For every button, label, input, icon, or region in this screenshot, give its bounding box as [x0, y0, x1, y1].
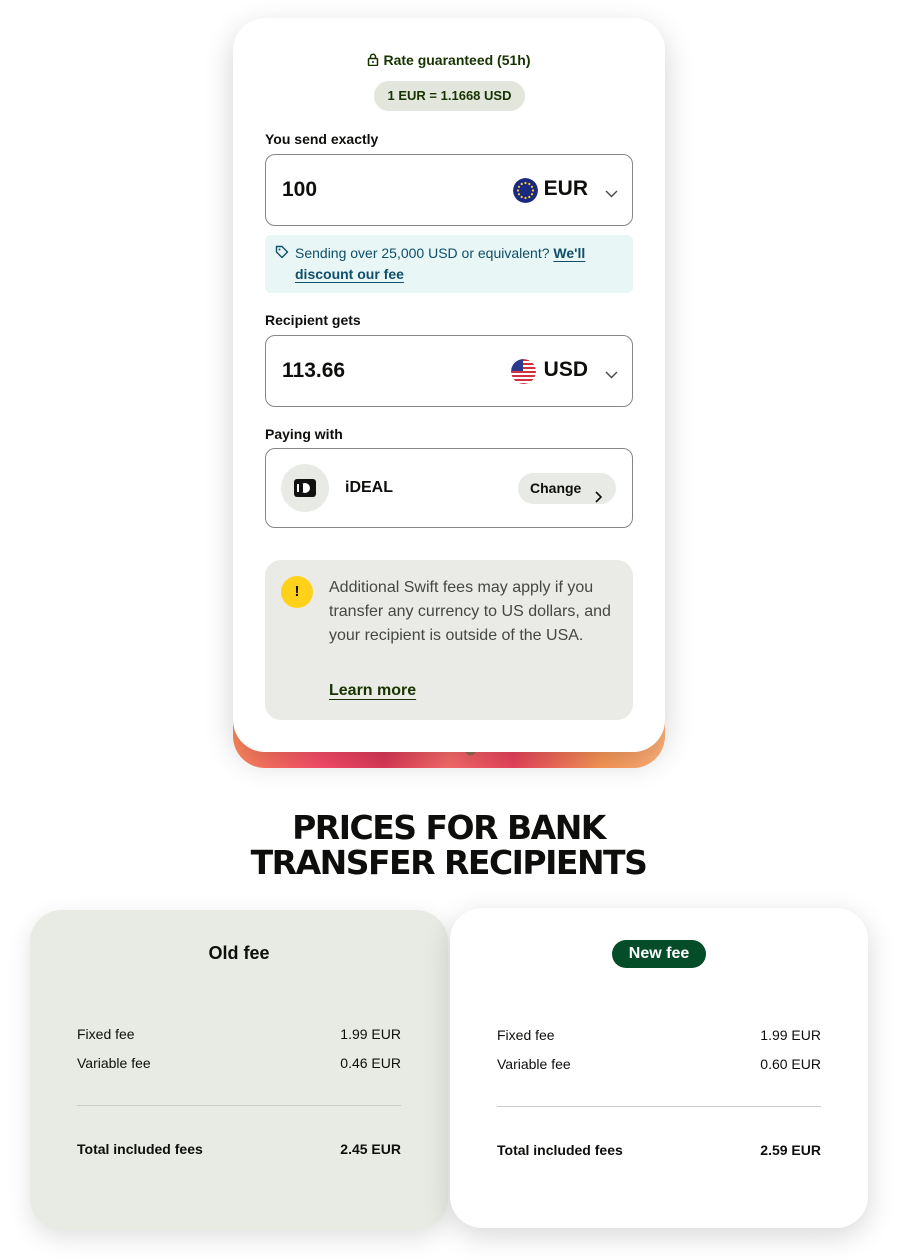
total-fee-label: Total included fees — [77, 1141, 203, 1157]
ideal-icon — [281, 464, 329, 512]
variable-fee-label: Variable fee — [77, 1055, 151, 1071]
rate-guarantee-text: Rate guaranteed (51h) — [383, 52, 531, 68]
calculator: Rate guaranteed (51h) 1 EUR = 1.1668 USD… — [233, 18, 665, 768]
new-fee-card: New fee Fixed fee 1.99 EUR Variable fee … — [450, 908, 868, 1228]
exchange-rate[interactable]: 1 EUR = 1.1668 USD — [374, 81, 525, 111]
variable-fee-row: Variable fee 0.60 EUR — [497, 1056, 821, 1072]
send-label: You send exactly — [265, 131, 379, 147]
change-payment-button[interactable]: Change — [518, 473, 616, 504]
change-label: Change — [530, 480, 582, 496]
fixed-fee-row: Fixed fee 1.99 EUR — [77, 1026, 401, 1042]
new-fee-title: New fee — [612, 940, 706, 968]
chevron-down-icon[interactable] — [605, 366, 618, 384]
variable-fee-value: 0.60 EUR — [760, 1056, 821, 1072]
fixed-fee-label: Fixed fee — [497, 1027, 555, 1043]
variable-fee-value: 0.46 EUR — [340, 1055, 401, 1071]
payment-method-name: iDEAL — [345, 479, 393, 496]
swift-fee-warning: ! Additional Swift fees may apply if you… — [265, 560, 633, 720]
heading-line-2: TRANSFER RECIPIENTS — [250, 843, 648, 882]
receive-amount-field[interactable]: 113.66 USD — [265, 335, 633, 407]
total-fee-value: 2.59 EUR — [760, 1142, 821, 1158]
old-fee-title: Old fee — [208, 943, 270, 963]
rate-guarantee[interactable]: Rate guaranteed (51h) — [233, 52, 665, 69]
send-currency-select[interactable]: EUR — [544, 177, 588, 201]
fixed-fee-value: 1.99 EUR — [340, 1026, 401, 1042]
heading-line-1: PRICES FOR BANK — [292, 808, 606, 847]
total-fee-value: 2.45 EUR — [340, 1141, 401, 1157]
us-flag-icon — [511, 359, 536, 384]
send-amount-input[interactable]: 100 — [282, 178, 317, 202]
chevron-right-icon — [595, 483, 603, 514]
calculator-card: Rate guaranteed (51h) 1 EUR = 1.1668 USD… — [233, 18, 665, 752]
variable-fee-row: Variable fee 0.46 EUR — [77, 1055, 401, 1071]
discount-text: Sending over 25,000 USD or equivalent? W… — [295, 243, 615, 285]
receive-amount-input[interactable]: 113.66 — [282, 359, 345, 383]
section-heading: PRICES FOR BANK TRANSFER RECIPIENTS — [0, 810, 897, 880]
learn-more-link[interactable]: Learn more — [329, 682, 416, 700]
receive-label: Recipient gets — [265, 312, 361, 328]
total-fee-label: Total included fees — [497, 1142, 623, 1158]
paying-label: Paying with — [265, 426, 343, 442]
eu-flag-icon — [513, 178, 538, 203]
discount-message: Sending over 25,000 USD or equivalent? — [295, 245, 550, 261]
ideal-logo — [294, 479, 316, 497]
total-fee-row: Total included fees 2.45 EUR — [77, 1141, 401, 1157]
chevron-down-icon[interactable] — [605, 185, 618, 203]
exclamation-icon: ! — [281, 576, 313, 608]
discount-notice: Sending over 25,000 USD or equivalent? W… — [265, 235, 633, 293]
variable-fee-label: Variable fee — [497, 1056, 571, 1072]
receive-currency-select[interactable]: USD — [544, 358, 588, 382]
divider — [77, 1105, 401, 1106]
fixed-fee-value: 1.99 EUR — [760, 1027, 821, 1043]
send-amount-field[interactable]: 100 EUR — [265, 154, 633, 226]
fixed-fee-row: Fixed fee 1.99 EUR — [497, 1027, 821, 1043]
tag-icon — [275, 245, 289, 264]
divider — [497, 1106, 821, 1107]
old-fee-card: Old fee Fixed fee 1.99 EUR Variable fee … — [30, 910, 448, 1230]
payment-method-field[interactable]: iDEAL Change — [265, 448, 633, 528]
total-fee-row: Total included fees 2.59 EUR — [497, 1142, 821, 1158]
lock-icon — [367, 53, 379, 69]
warning-text: Additional Swift fees may apply if you t… — [329, 579, 611, 644]
fixed-fee-label: Fixed fee — [77, 1026, 135, 1042]
